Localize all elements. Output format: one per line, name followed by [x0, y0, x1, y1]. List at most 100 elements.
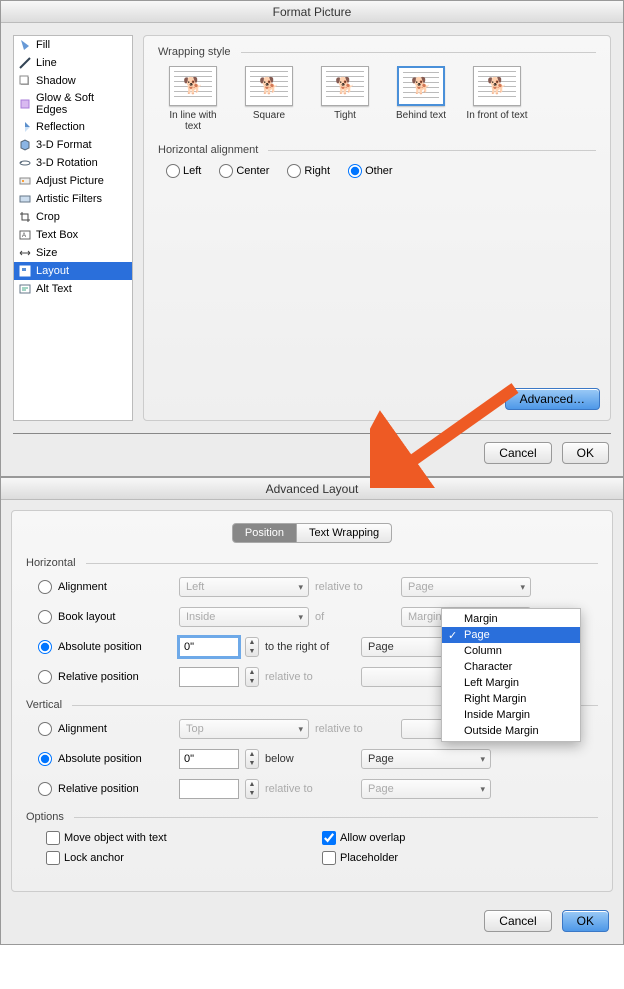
- h-alignment-select[interactable]: Left: [179, 577, 309, 597]
- sidebar-item-layout[interactable]: Layout: [14, 262, 132, 280]
- v-alignment-radio[interactable]: [38, 722, 52, 736]
- align-other[interactable]: Other: [348, 164, 393, 178]
- wrap-tight[interactable]: 🐕Tight: [314, 66, 376, 132]
- sidebar-item-crop[interactable]: Crop: [14, 208, 132, 226]
- opt-move-with-text[interactable]: [46, 831, 60, 845]
- crop-icon: [18, 210, 32, 224]
- v-absolute-input[interactable]: 0": [179, 749, 239, 769]
- dropdown-item-left-margin[interactable]: Left Margin: [442, 675, 580, 691]
- v-relative-label: Relative position: [58, 783, 173, 795]
- sidebar-label: Fill: [36, 39, 50, 51]
- sidebar-item-fill[interactable]: Fill: [14, 36, 132, 54]
- v-absolute-stepper[interactable]: ▲▼: [245, 749, 259, 769]
- wrapping-label: Wrapping style: [158, 46, 237, 58]
- opt-placeholder[interactable]: [322, 851, 336, 865]
- sidebar-item-3drotation[interactable]: 3-D Rotation: [14, 154, 132, 172]
- h-relative-input[interactable]: [179, 667, 239, 687]
- align-right[interactable]: Right: [287, 164, 330, 178]
- wrap-label: Square: [238, 110, 300, 121]
- adjust-icon: [18, 174, 32, 188]
- opt-lock-anchor[interactable]: [46, 851, 60, 865]
- line-icon: [18, 56, 32, 70]
- h-alignment-rel-select[interactable]: Page: [401, 577, 531, 597]
- wrap-behind[interactable]: 🐕Behind text: [390, 66, 452, 132]
- h-book-select[interactable]: Inside: [179, 607, 309, 627]
- h-absolute-radio[interactable]: [38, 640, 52, 654]
- dropdown-item-inside-margin[interactable]: Inside Margin: [442, 707, 580, 723]
- wrap-label: Behind text: [390, 110, 452, 121]
- window-title: Format Picture: [1, 1, 623, 23]
- wrap-label: Tight: [314, 110, 376, 121]
- h-absolute-input[interactable]: 0": [179, 637, 239, 657]
- cancel-button[interactable]: Cancel: [484, 910, 551, 932]
- sidebar-item-line[interactable]: Line: [14, 54, 132, 72]
- of-label: of: [315, 611, 395, 623]
- h-relative-stepper[interactable]: ▲▼: [245, 667, 259, 687]
- dropdown-item-column[interactable]: Column: [442, 643, 580, 659]
- dropdown-item-page[interactable]: Page: [442, 627, 580, 643]
- vertical-section-label: Vertical: [26, 699, 68, 711]
- textbox-icon: A: [18, 228, 32, 242]
- cube-icon: [18, 138, 32, 152]
- wrap-front[interactable]: 🐕In front of text: [466, 66, 528, 132]
- sidebar-item-textbox[interactable]: A Text Box: [14, 226, 132, 244]
- rotation-icon: [18, 156, 32, 170]
- relative-to-label: relative to: [315, 723, 395, 735]
- v-alignment-label: Alignment: [58, 723, 173, 735]
- sidebar-label: Size: [36, 247, 57, 259]
- dropdown-item-character[interactable]: Character: [442, 659, 580, 675]
- h-alignment-radio[interactable]: [38, 580, 52, 594]
- align-left[interactable]: Left: [166, 164, 201, 178]
- fill-icon: [18, 38, 32, 52]
- h-absolute-stepper[interactable]: ▲▼: [245, 637, 259, 657]
- v-relative-radio[interactable]: [38, 782, 52, 796]
- h-absolute-label: Absolute position: [58, 641, 173, 653]
- sidebar-item-reflection[interactable]: Reflection: [14, 118, 132, 136]
- alttext-icon: [18, 282, 32, 296]
- h-relative-radio[interactable]: [38, 670, 52, 684]
- v-alignment-select[interactable]: Top: [179, 719, 309, 739]
- h-book-radio[interactable]: [38, 610, 52, 624]
- shadow-icon: [18, 74, 32, 88]
- dropdown-item-right-margin[interactable]: Right Margin: [442, 691, 580, 707]
- relative-to-label: relative to: [315, 581, 395, 593]
- align-center[interactable]: Center: [219, 164, 269, 178]
- sidebar: Fill Line Shadow Glow & Soft Edges Refle…: [13, 35, 133, 421]
- relative-to-dropdown[interactable]: Margin Page Column Character Left Margin…: [441, 608, 581, 742]
- sidebar-label: Text Box: [36, 229, 78, 241]
- sidebar-item-alttext[interactable]: Alt Text: [14, 280, 132, 298]
- tab-position[interactable]: Position: [232, 523, 297, 543]
- opt-allow-overlap[interactable]: [322, 831, 336, 845]
- window-title: Advanced Layout: [1, 478, 623, 500]
- cancel-button[interactable]: Cancel: [484, 442, 551, 464]
- sidebar-label: 3-D Format: [36, 139, 92, 151]
- advanced-button[interactable]: Advanced…: [505, 388, 600, 410]
- dropdown-item-outside-margin[interactable]: Outside Margin: [442, 723, 580, 739]
- sidebar-label: 3-D Rotation: [36, 157, 98, 169]
- relative-to-label: relative to: [265, 671, 355, 683]
- main-panel: Wrapping style 🐕In line with text 🐕Squar…: [143, 35, 611, 421]
- sidebar-item-3dformat[interactable]: 3-D Format: [14, 136, 132, 154]
- sidebar-item-size[interactable]: Size: [14, 244, 132, 262]
- v-relative-input[interactable]: [179, 779, 239, 799]
- sidebar-item-artistic[interactable]: Artistic Filters: [14, 190, 132, 208]
- v-absolute-radio[interactable]: [38, 752, 52, 766]
- ok-button[interactable]: OK: [562, 910, 609, 932]
- sidebar-label: Layout: [36, 265, 69, 277]
- format-picture-window: Format Picture Fill Line Shadow Glow & S…: [0, 0, 624, 477]
- ok-button[interactable]: OK: [562, 442, 609, 464]
- tab-text-wrapping[interactable]: Text Wrapping: [297, 523, 392, 543]
- sidebar-item-shadow[interactable]: Shadow: [14, 72, 132, 90]
- v-relative-stepper[interactable]: ▲▼: [245, 779, 259, 799]
- layout-icon: [18, 264, 32, 278]
- sidebar-label: Shadow: [36, 75, 76, 87]
- wrap-inline[interactable]: 🐕In line with text: [162, 66, 224, 132]
- sidebar-item-glow[interactable]: Glow & Soft Edges: [14, 90, 132, 118]
- dropdown-item-margin[interactable]: Margin: [442, 611, 580, 627]
- v-absolute-rel-select[interactable]: Page: [361, 749, 491, 769]
- wrap-square[interactable]: 🐕Square: [238, 66, 300, 132]
- options-section-label: Options: [26, 811, 70, 823]
- advanced-layout-window: Advanced Layout Position Text Wrapping H…: [0, 477, 624, 945]
- sidebar-item-adjust[interactable]: Adjust Picture: [14, 172, 132, 190]
- v-relative-rel-select[interactable]: Page: [361, 779, 491, 799]
